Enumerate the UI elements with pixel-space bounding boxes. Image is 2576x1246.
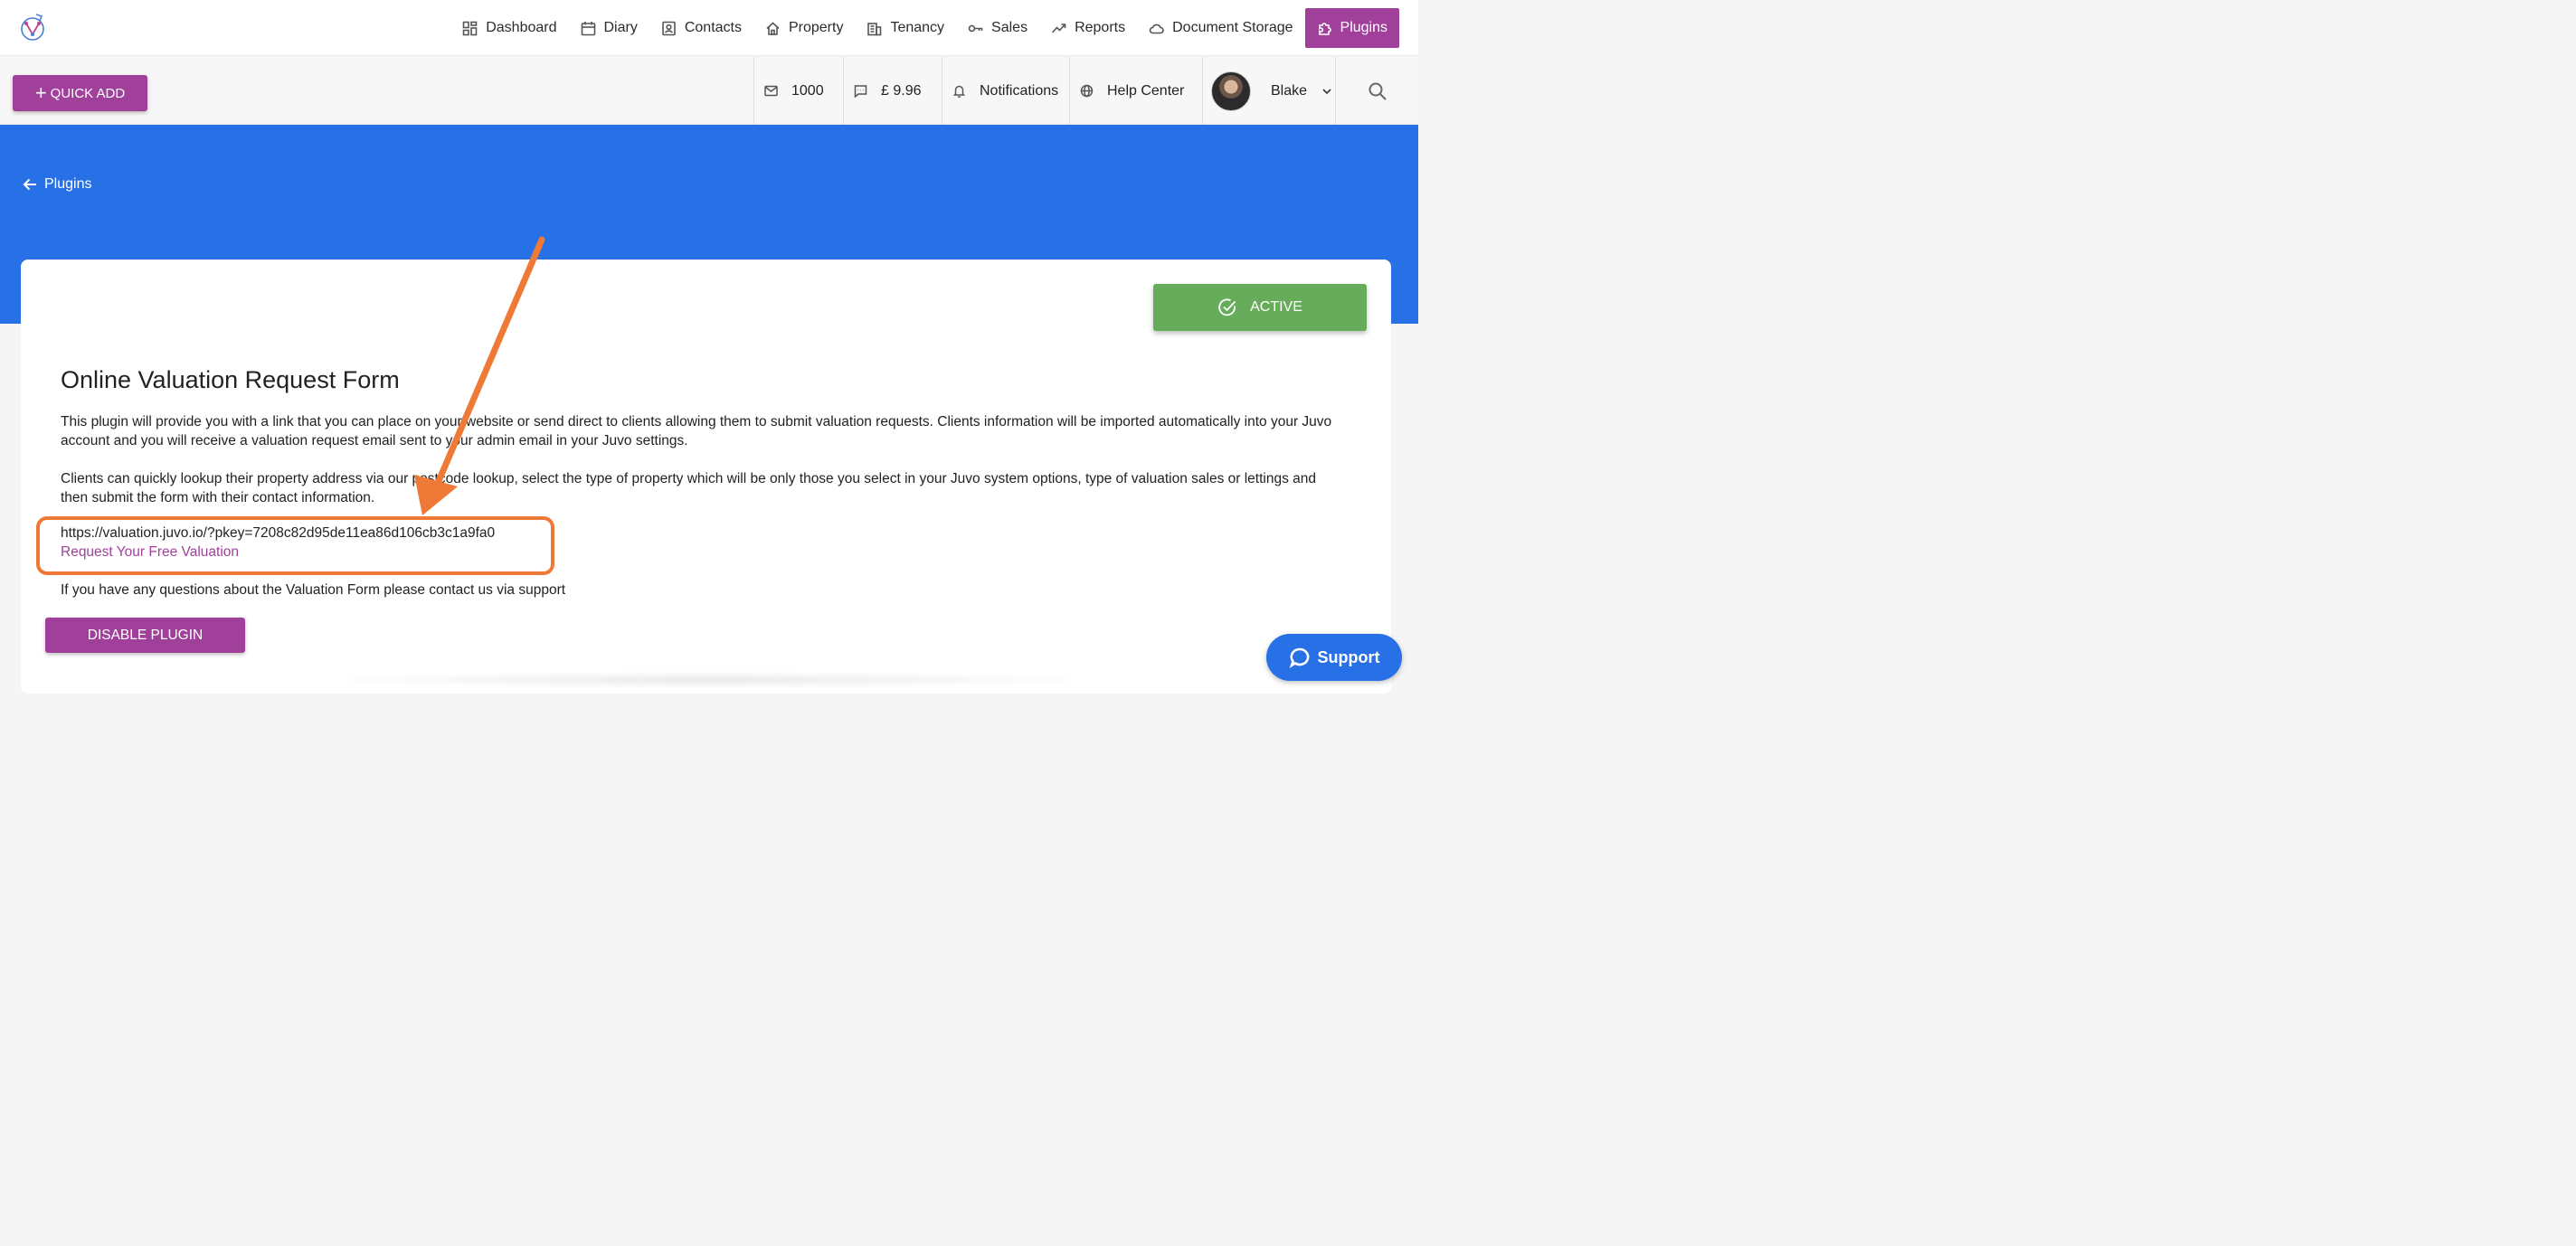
help-center-label: Help Center: [1107, 82, 1185, 99]
nav-plugins-label: Plugins: [1340, 20, 1387, 35]
request-valuation-link[interactable]: Request Your Free Valuation: [61, 544, 239, 561]
secondary-toolbar: + QUICK ADD 1000 £ 9.96 Notifications He…: [0, 57, 1418, 125]
search-button[interactable]: [1335, 57, 1418, 125]
active-status-button[interactable]: ACTIVE: [1153, 284, 1367, 331]
chevron-down-icon: [1322, 88, 1331, 94]
quick-add-label: QUICK ADD: [50, 85, 126, 101]
nav-reports-label: Reports: [1075, 20, 1126, 35]
active-status-label: ACTIVE: [1250, 299, 1302, 315]
trend-icon: [1051, 23, 1066, 33]
quick-add-button[interactable]: + QUICK ADD: [13, 75, 147, 111]
arrow-left-icon: [23, 178, 36, 191]
dashboard-icon: [462, 21, 478, 35]
nav-dashboard[interactable]: Dashboard: [450, 8, 568, 48]
sms-count: 1000: [791, 82, 824, 99]
nav-property-label: Property: [788, 20, 844, 35]
nav-diary-label: Diary: [603, 20, 638, 35]
description-paragraph-1: This plugin will provide you with a link…: [61, 414, 1332, 448]
bell-icon: [952, 85, 966, 98]
puzzle-icon: [1318, 22, 1331, 35]
page-title: Online Valuation Request Form: [61, 366, 400, 393]
nav-diary[interactable]: Diary: [569, 8, 649, 48]
content-shadow: [310, 671, 1106, 689]
search-icon: [1368, 82, 1387, 100]
nav-dashboard-label: Dashboard: [486, 20, 557, 35]
nav-sales[interactable]: Sales: [956, 8, 1039, 48]
nav-document-storage[interactable]: Document Storage: [1137, 8, 1304, 48]
cloud-icon: [1149, 24, 1164, 33]
help-center-button[interactable]: Help Center: [1069, 57, 1202, 125]
nav-contacts[interactable]: Contacts: [649, 8, 753, 48]
mail-icon: [764, 85, 778, 97]
valuation-url: https://valuation.juvo.io/?pkey=7208c82d…: [61, 525, 496, 541]
message-icon: [854, 85, 867, 98]
nav-tenancy[interactable]: Tenancy: [855, 8, 956, 48]
plugin-card: ACTIVE Online Valuation Request Form Thi…: [21, 260, 1391, 694]
support-chat-button[interactable]: Support: [1266, 634, 1402, 681]
calendar-icon: [581, 21, 595, 35]
user-menu[interactable]: Blake: [1202, 57, 1335, 125]
back-link-label: Plugins: [44, 176, 92, 192]
nav-document-storage-label: Document Storage: [1172, 20, 1293, 35]
back-to-plugins-link[interactable]: Plugins: [22, 176, 91, 193]
notifications-label: Notifications: [980, 82, 1059, 99]
contact-card-icon: [662, 21, 676, 35]
check-circle-icon: [1218, 298, 1236, 316]
account-credit[interactable]: £ 9.96: [843, 57, 942, 125]
user-name: Blake: [1271, 82, 1308, 99]
nav-property[interactable]: Property: [753, 8, 855, 48]
notifications-button[interactable]: Notifications: [942, 57, 1069, 125]
juvo-logo-icon[interactable]: [18, 13, 47, 43]
home-icon: [766, 21, 780, 35]
nav-plugins[interactable]: Plugins: [1304, 8, 1399, 48]
description-paragraph-2: Clients can quickly lookup their propert…: [61, 471, 1316, 505]
nav-contacts-label: Contacts: [684, 20, 742, 35]
nav-sales-label: Sales: [991, 20, 1028, 35]
key-icon: [968, 24, 983, 32]
disable-plugin-button[interactable]: DISABLE PLUGIN: [45, 618, 245, 653]
support-help-text: If you have any questions about the Valu…: [61, 582, 566, 598]
building-icon: [867, 22, 882, 35]
plus-icon: +: [34, 81, 47, 104]
globe-icon: [1080, 84, 1094, 98]
avatar: [1211, 71, 1251, 111]
sms-credits[interactable]: 1000: [753, 57, 843, 125]
credit-amount: £ 9.96: [881, 82, 922, 99]
top-navigation: Dashboard Diary Contacts Property Tenanc…: [0, 0, 1418, 56]
chat-bubble-icon: [1289, 647, 1309, 668]
nav-tenancy-label: Tenancy: [890, 20, 945, 35]
support-label: Support: [1317, 647, 1380, 666]
nav-reports[interactable]: Reports: [1039, 8, 1137, 48]
